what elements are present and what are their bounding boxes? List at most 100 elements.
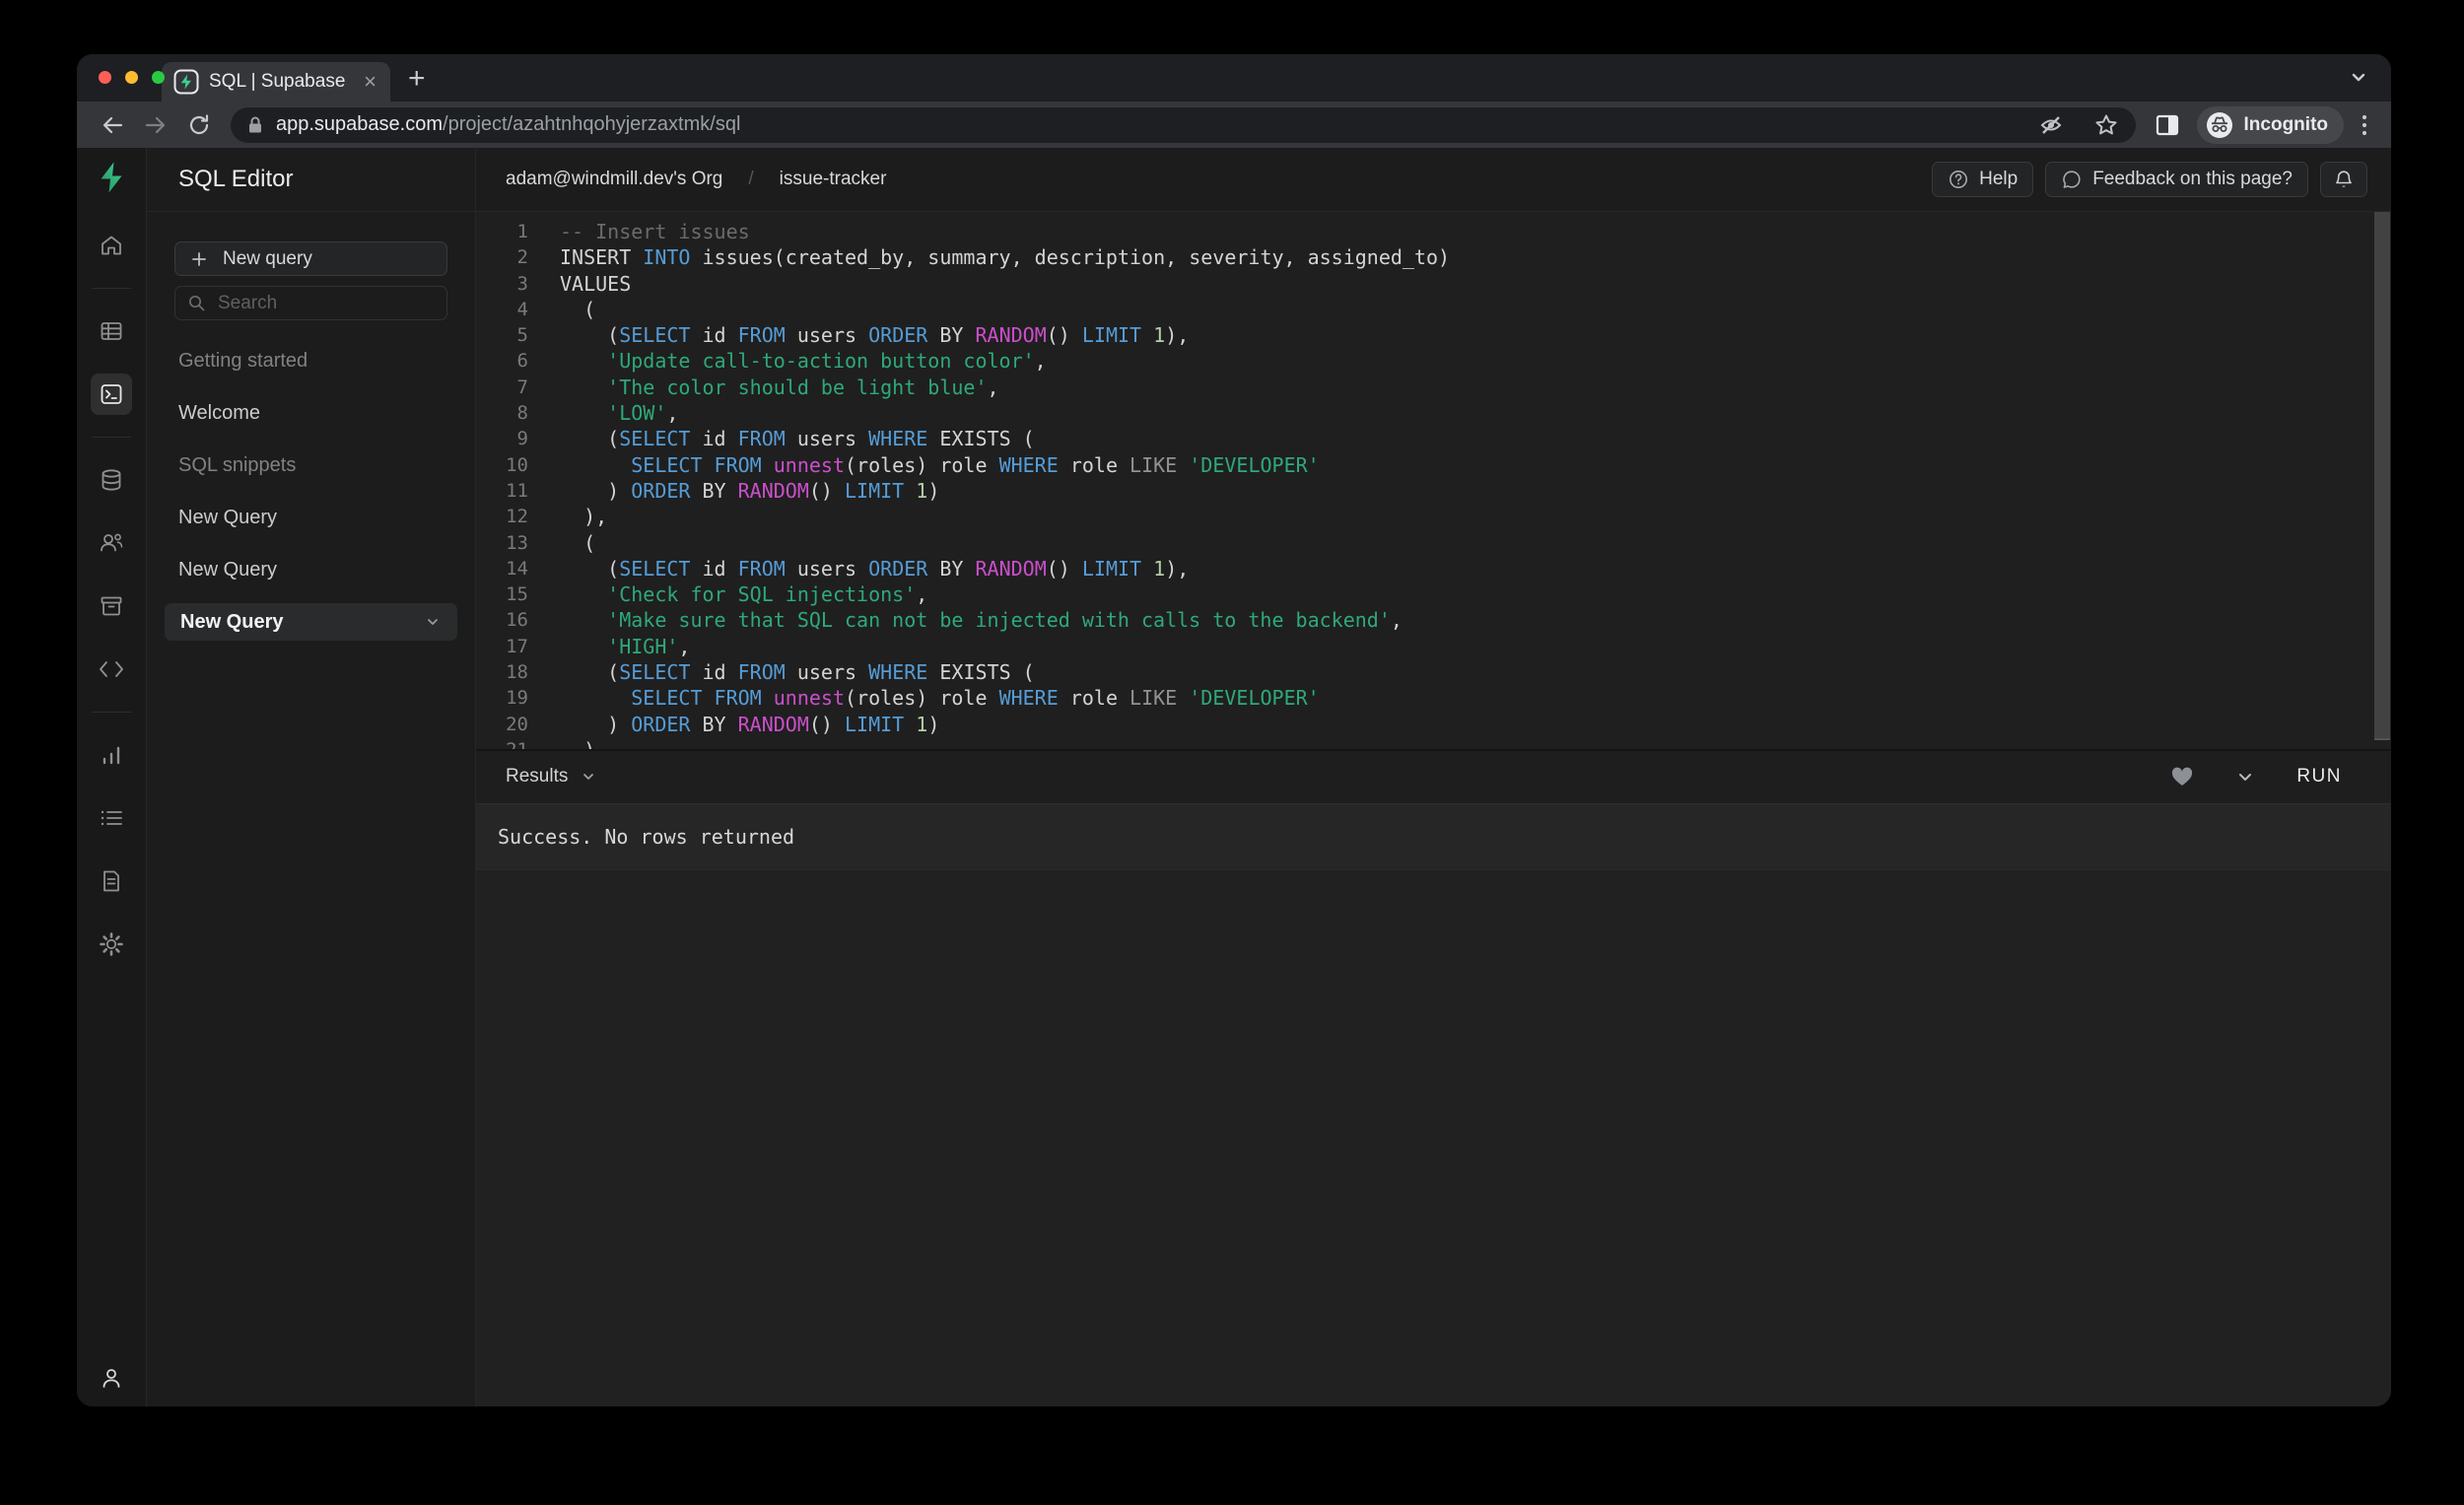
rail-divider [92,712,131,713]
bell-icon [2336,171,2352,187]
tab-sql-supabase[interactable]: SQL | Supabase × [162,62,390,102]
back-icon[interactable] [100,112,125,138]
close-window-button[interactable] [99,71,111,84]
code-line[interactable]: 19 SELECT FROM unnest(roles) role WHERE … [476,685,2372,711]
help-icon [1950,171,1968,188]
code-line[interactable]: 1 -- Insert issues [476,219,2372,244]
section-label: Getting started [178,350,308,372]
sidebar-item-storage[interactable] [91,585,132,627]
code-line[interactable]: 11 ) ORDER BY RANDOM() LIMIT 1) [476,478,2372,504]
sidebar-item-auth[interactable] [91,522,132,564]
code-line[interactable]: 10 SELECT FROM unnest(roles) role WHERE … [476,452,2372,478]
functions-code-icon [100,661,123,677]
eye-off-icon[interactable] [2038,112,2064,138]
code-line[interactable]: 12 ), [476,504,2372,529]
notifications-button[interactable] [2320,162,2367,197]
bookmark-star-icon[interactable] [2093,112,2119,138]
help-button[interactable]: Help [1932,162,2034,197]
line-number: 5 [516,324,528,347]
code-line[interactable]: 17 'HIGH', [476,634,2372,659]
line-number: 7 [516,376,528,398]
code-line[interactable]: 3 VALUES [476,271,2372,297]
breadcrumb-separator: / [748,169,754,189]
sql-code-editor[interactable]: 1 -- Insert issues 2 INSERT INTO issues(cre… [476,212,2391,749]
code-line[interactable]: 20 ) ORDER BY RANDOM() LIMIT 1) [476,712,2372,737]
code-line[interactable]: 9 (SELECT id FROM users WHERE EXISTS ( [476,426,2372,451]
line-number: 10 [506,453,528,476]
line-number: 14 [506,557,528,580]
code-line[interactable]: 6 'Update call-to-action button color', [476,348,2372,374]
sidebar-item-home[interactable] [91,225,132,266]
sidebar-item-table-editor[interactable] [91,310,132,352]
favorite-heart-icon[interactable] [2170,766,2194,787]
sidebar-item-new-query[interactable]: New Query [165,603,457,641]
line-number: 2 [516,246,528,269]
reports-icon [103,746,120,765]
search-input[interactable]: Search [174,286,447,320]
sidebar-item-sql-editor[interactable] [91,374,132,415]
code-line[interactable]: 18 (SELECT id FROM users WHERE EXISTS ( [476,659,2372,685]
settings-gear-icon [100,932,123,956]
plus-icon [192,251,206,266]
code-line[interactable]: 4 ( [476,297,2372,322]
new-tab-button[interactable]: + [408,62,426,96]
code-line[interactable]: 21 ), [476,737,2372,749]
line-number: 15 [506,583,528,606]
editor-scrollbar[interactable] [2374,212,2390,740]
forward-icon[interactable] [143,112,169,138]
new-query-button[interactable]: New query [174,241,447,276]
line-number: 19 [506,687,528,710]
url-bar[interactable]: app.supabase.com/project/azahtnhqohyjerz… [231,106,2136,143]
sidebar-item-welcome[interactable]: Welcome [174,402,447,425]
breadcrumb-item[interactable]: issue-tracker [780,169,887,190]
code-line[interactable]: 8 'LOW', [476,400,2372,426]
sidebar-item-account[interactable] [91,1357,132,1399]
url-path: /project/azahtnhqohyjerzaxtmk/sql [443,113,741,135]
sidebar-item-settings[interactable] [91,924,132,965]
line-number: 20 [506,713,528,735]
sidebar-item-new-query[interactable]: New Query [174,507,447,529]
code-line[interactable]: 16 'Make sure that SQL can not be inject… [476,607,2372,633]
breadcrumb[interactable]: adam@windmill.dev's Org / issue-tracker [506,169,886,190]
sidebar-item-reports[interactable] [91,734,132,776]
code-line[interactable]: 5 (SELECT id FROM users ORDER BY RANDOM(… [476,322,2372,348]
tab-title: SQL | Supabase [209,71,346,92]
zoom-window-button[interactable] [152,71,165,84]
browser-window: SQL | Supabase × + app.supabase.com/proj… [77,54,2391,1406]
supabase-logo[interactable] [94,160,129,195]
chevron-down-icon [428,619,438,625]
results-toolbar: Results RUN [476,748,2391,803]
code-line[interactable]: 13 ( [476,530,2372,556]
code-line[interactable]: 14 (SELECT id FROM users ORDER BY RANDOM… [476,556,2372,581]
search-placeholder: Search [218,292,278,313]
section-label: SQL snippets [178,454,297,476]
results-dropdown[interactable]: Results [506,766,597,787]
feedback-button[interactable]: Feedback on this page? [2045,162,2308,197]
line-number: 9 [516,428,528,450]
line-number: 3 [516,272,528,295]
breadcrumb-item[interactable]: adam@windmill.dev's Org [506,169,722,190]
sidebar-item-docs[interactable] [91,860,132,902]
favicon-supabase [173,69,199,95]
window-controls[interactable] [99,71,165,84]
browser-menu-kebab-icon[interactable] [2361,112,2368,138]
docs-icon [103,870,119,892]
code-line[interactable]: 2 INSERT INTO issues(created_by, summary,… [476,244,2372,270]
sidebar-item-functions[interactable] [91,649,132,690]
reload-icon[interactable] [186,112,212,138]
tab-search-chevron-icon[interactable] [2348,66,2369,88]
line-number: 13 [506,531,528,554]
side-panel-icon[interactable] [2155,112,2180,138]
sidebar-item-new-query[interactable]: New Query [174,559,447,581]
code-line[interactable]: 7 'The color should be light blue', [476,375,2372,400]
close-tab-icon[interactable]: × [362,71,378,93]
run-button[interactable]: RUN [2296,766,2342,787]
code-line[interactable]: 15 'Check for SQL injections', [476,581,2372,607]
minimize-window-button[interactable] [125,71,138,84]
sidebar-item-logs[interactable] [91,797,132,839]
line-number: 4 [516,298,528,320]
auth-users-icon [101,533,123,552]
run-options-chevron-icon[interactable] [2235,767,2255,787]
line-number: 8 [516,402,528,425]
sidebar-item-database[interactable] [91,459,132,501]
